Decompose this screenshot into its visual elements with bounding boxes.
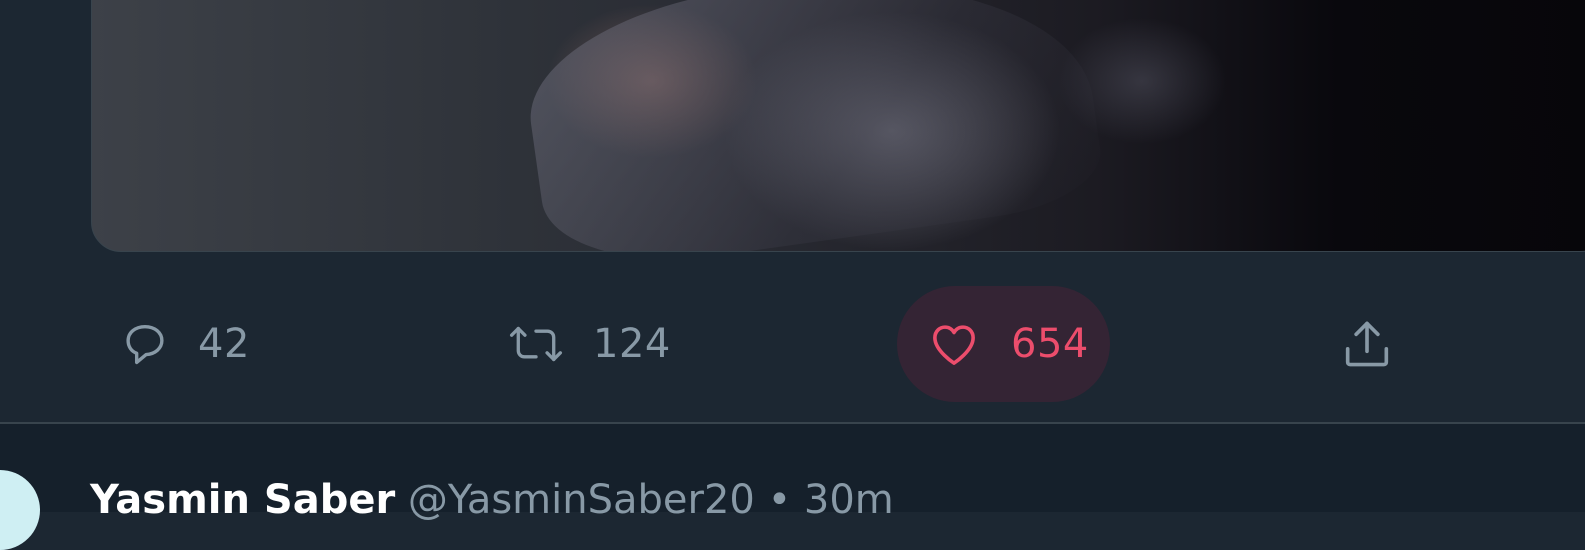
reply-icon xyxy=(118,317,172,371)
author-handle[interactable]: @YasminSaber20 xyxy=(408,477,755,523)
share-icon xyxy=(1338,315,1396,373)
reply-count: 42 xyxy=(198,321,250,367)
reply-button[interactable]: 42 xyxy=(118,286,250,402)
tweet-timestamp[interactable]: 30m xyxy=(804,477,894,523)
tweet-action-bar: 42 124 654 xyxy=(0,286,1585,402)
separator-dot: • xyxy=(767,477,792,523)
heart-icon xyxy=(927,317,981,371)
media-figure-shape xyxy=(516,0,1108,251)
share-button[interactable] xyxy=(1338,286,1396,402)
like-button[interactable]: 654 xyxy=(897,286,1110,402)
retweet-button[interactable]: 124 xyxy=(505,286,671,402)
like-count: 654 xyxy=(1011,321,1089,367)
next-tweet[interactable]: Yasmin Saber @YasminSaber20 • 30m xyxy=(0,424,1585,550)
avatar[interactable] xyxy=(0,470,40,550)
tweet-media-image[interactable] xyxy=(91,0,1585,252)
tweet-header: Yasmin Saber @YasminSaber20 • 30m xyxy=(90,476,894,524)
author-name[interactable]: Yasmin Saber xyxy=(90,477,395,523)
retweet-icon xyxy=(505,317,567,371)
retweet-count: 124 xyxy=(593,321,671,367)
